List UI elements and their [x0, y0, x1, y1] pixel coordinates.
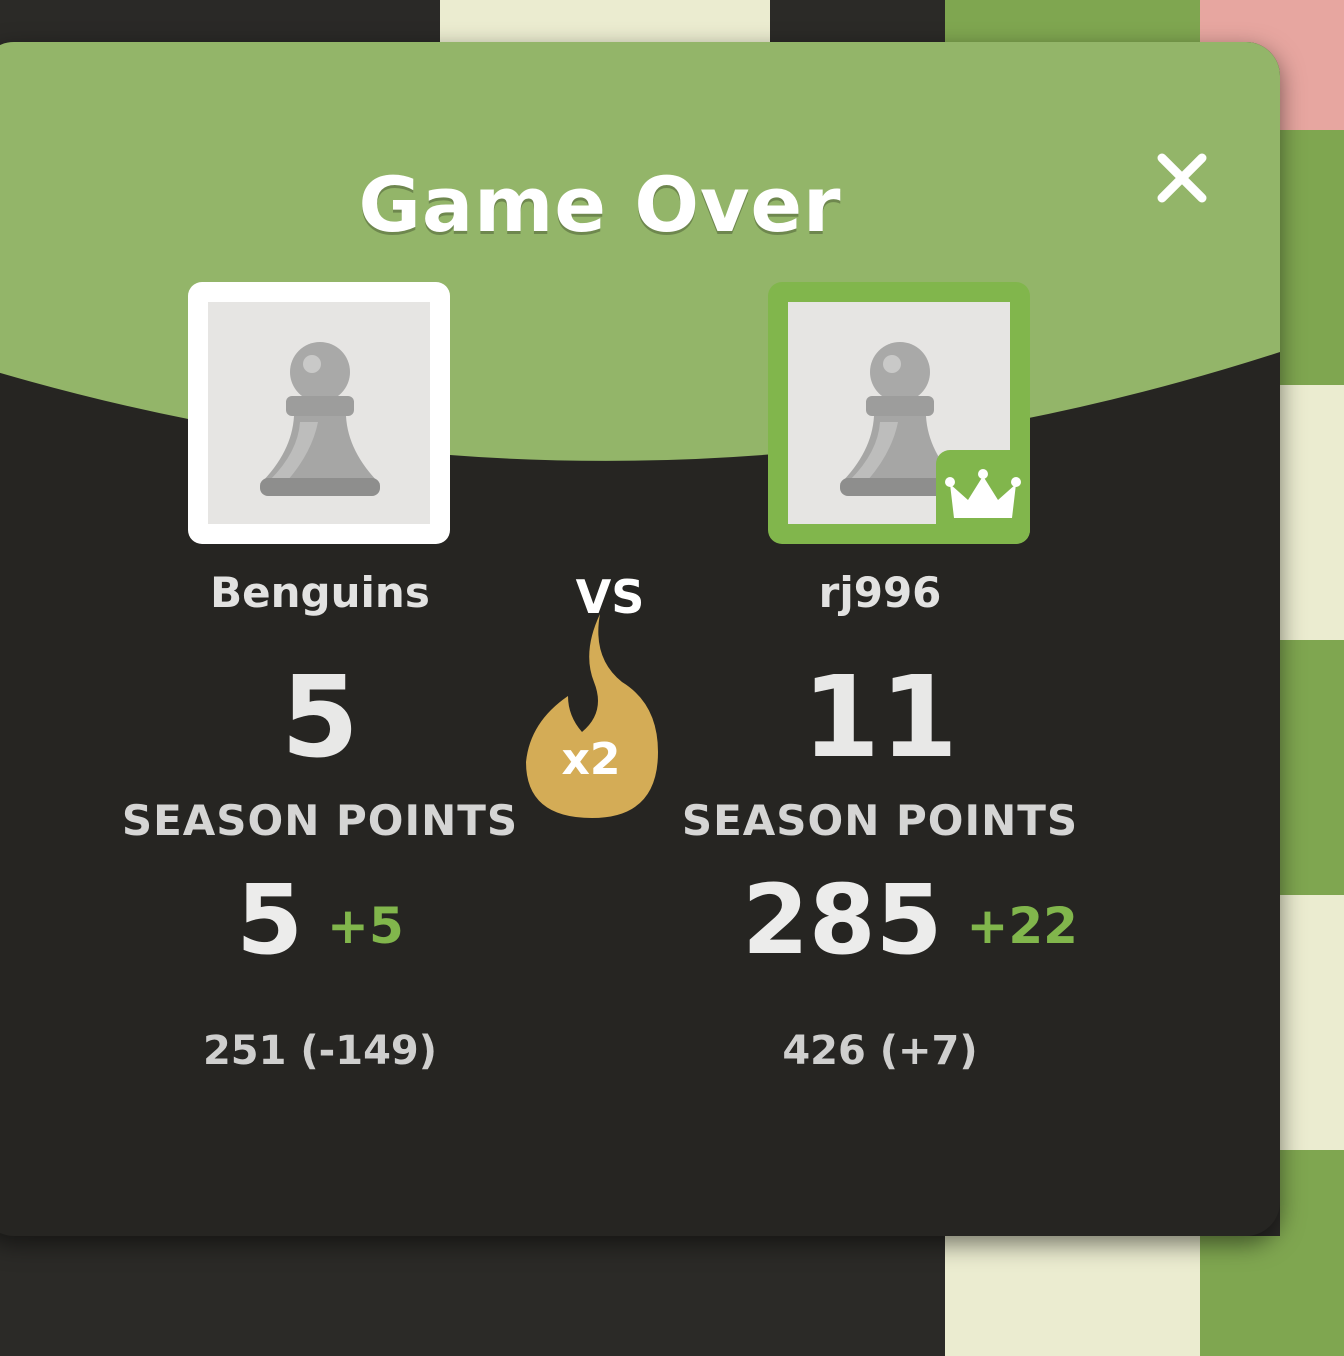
season-points: 285 — [742, 864, 943, 976]
board-square — [1280, 895, 1344, 1150]
player-avatar-right[interactable] — [768, 282, 1030, 544]
rating-change: 251 (-149) — [202, 1028, 438, 1074]
player-avatar-left[interactable] — [188, 282, 450, 544]
board-square — [945, 1236, 1200, 1356]
close-icon — [1157, 153, 1207, 203]
game-score: 11 — [802, 653, 958, 783]
crown-icon — [945, 469, 1021, 518]
season-points-delta: +22 — [966, 897, 1078, 955]
player-name[interactable]: Benguins — [120, 568, 520, 617]
flame-icon — [526, 614, 658, 818]
board-square — [60, 0, 440, 42]
rating-change: 426 (+7) — [782, 1028, 978, 1074]
streak-multiplier: x2 — [561, 734, 621, 785]
season-points: 5 — [236, 864, 304, 976]
season-points-row: 5 +5 — [120, 872, 520, 968]
winner-badge — [936, 450, 1030, 544]
game-score: 5 — [281, 653, 359, 783]
board-square — [440, 0, 770, 42]
board-square — [1280, 130, 1344, 385]
season-points-label: SEASON POINTS — [121, 796, 519, 845]
season-points-delta: +5 — [327, 897, 404, 955]
avatar-image — [208, 302, 430, 524]
season-points-label: SEASON POINTS — [681, 796, 1079, 845]
board-square — [1200, 1236, 1344, 1356]
season-points-row: 285 +22 — [680, 872, 1140, 968]
game-over-modal: Game Over VS x2 Benguins 5 SEASON POINTS… — [0, 42, 1280, 1236]
board-square — [1280, 640, 1344, 895]
board-square — [945, 0, 1200, 42]
close-button[interactable] — [1152, 148, 1212, 208]
modal-title: Game Over — [358, 160, 842, 249]
board-square — [1280, 385, 1344, 640]
player-name[interactable]: rj996 — [680, 568, 1080, 617]
pawn-icon — [260, 342, 380, 496]
